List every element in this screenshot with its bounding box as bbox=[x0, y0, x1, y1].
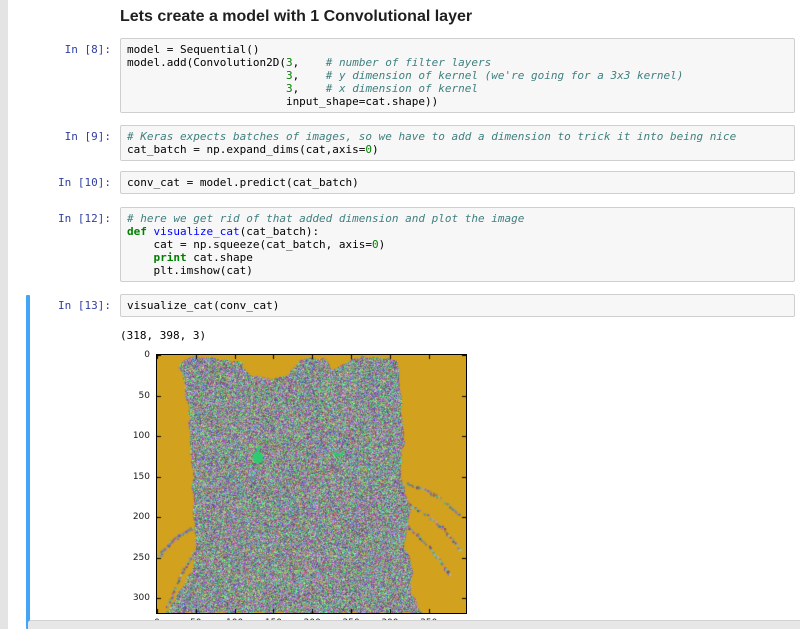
code-text: # here we get rid of that added dimensio… bbox=[127, 212, 788, 277]
code-text: # Keras expects batches of images, so we… bbox=[127, 130, 788, 156]
code-cell-in8: In [8]: model = Sequential() model.add(C… bbox=[8, 38, 800, 113]
cell-output-area: (318, 398, 3) 050100150200250300 0501001… bbox=[120, 329, 800, 629]
next-cell-edge bbox=[28, 620, 800, 629]
code-input-area[interactable]: visualize_cat(conv_cat) bbox=[120, 294, 795, 317]
code-input-area[interactable]: conv_cat = model.predict(cat_batch) bbox=[120, 171, 795, 194]
input-prompt: In [13]: bbox=[8, 294, 120, 312]
code-cell-in13: In [13]: visualize_cat(conv_cat) bbox=[8, 294, 800, 317]
code-input-area[interactable]: # Keras expects batches of images, so we… bbox=[120, 125, 795, 161]
input-prompt: In [9]: bbox=[8, 125, 120, 143]
cell-list: In [8]: model = Sequential() model.add(C… bbox=[8, 38, 800, 633]
y-tick-label: 50 bbox=[120, 391, 150, 401]
y-tick-label: 250 bbox=[120, 553, 150, 563]
y-tick-label: 100 bbox=[120, 431, 150, 441]
code-cell-in13-selected[interactable]: In [13]: visualize_cat(conv_cat) (318, 3… bbox=[8, 294, 800, 633]
code-cell-in9: In [9]: # Keras expects batches of image… bbox=[8, 125, 800, 161]
markdown-heading-cell[interactable]: Lets create a model with 1 Convolutional… bbox=[120, 0, 800, 28]
page-left-gutter bbox=[0, 0, 8, 629]
code-cell-in10: In [10]: conv_cat = model.predict(cat_ba… bbox=[8, 171, 800, 194]
input-prompt: In [12]: bbox=[8, 207, 120, 225]
input-prompt: In [10]: bbox=[8, 171, 120, 189]
code-text: model = Sequential() model.add(Convoluti… bbox=[127, 43, 788, 108]
code-cell-in12: In [12]: # here we get rid of that added… bbox=[8, 207, 800, 282]
y-tick-label: 150 bbox=[120, 472, 150, 482]
convolved-cat-image bbox=[156, 354, 467, 614]
notebook-content: Lets create a model with 1 Convolutional… bbox=[8, 0, 800, 633]
selected-cell-indicator-bar bbox=[26, 295, 30, 629]
code-input-area[interactable]: model = Sequential() model.add(Convoluti… bbox=[120, 38, 795, 113]
matplotlib-figure: 050100150200250300 050100150200250300350 bbox=[120, 348, 512, 629]
input-prompt: In [8]: bbox=[8, 38, 120, 56]
code-text: conv_cat = model.predict(cat_batch) bbox=[127, 176, 788, 189]
y-tick-label: 200 bbox=[120, 512, 150, 522]
code-input-area[interactable]: # here we get rid of that added dimensio… bbox=[120, 207, 795, 282]
y-tick-label: 0 bbox=[120, 350, 150, 360]
code-text: visualize_cat(conv_cat) bbox=[127, 299, 788, 312]
shape-print-output: (318, 398, 3) bbox=[120, 329, 800, 342]
y-tick-label: 300 bbox=[120, 593, 150, 603]
